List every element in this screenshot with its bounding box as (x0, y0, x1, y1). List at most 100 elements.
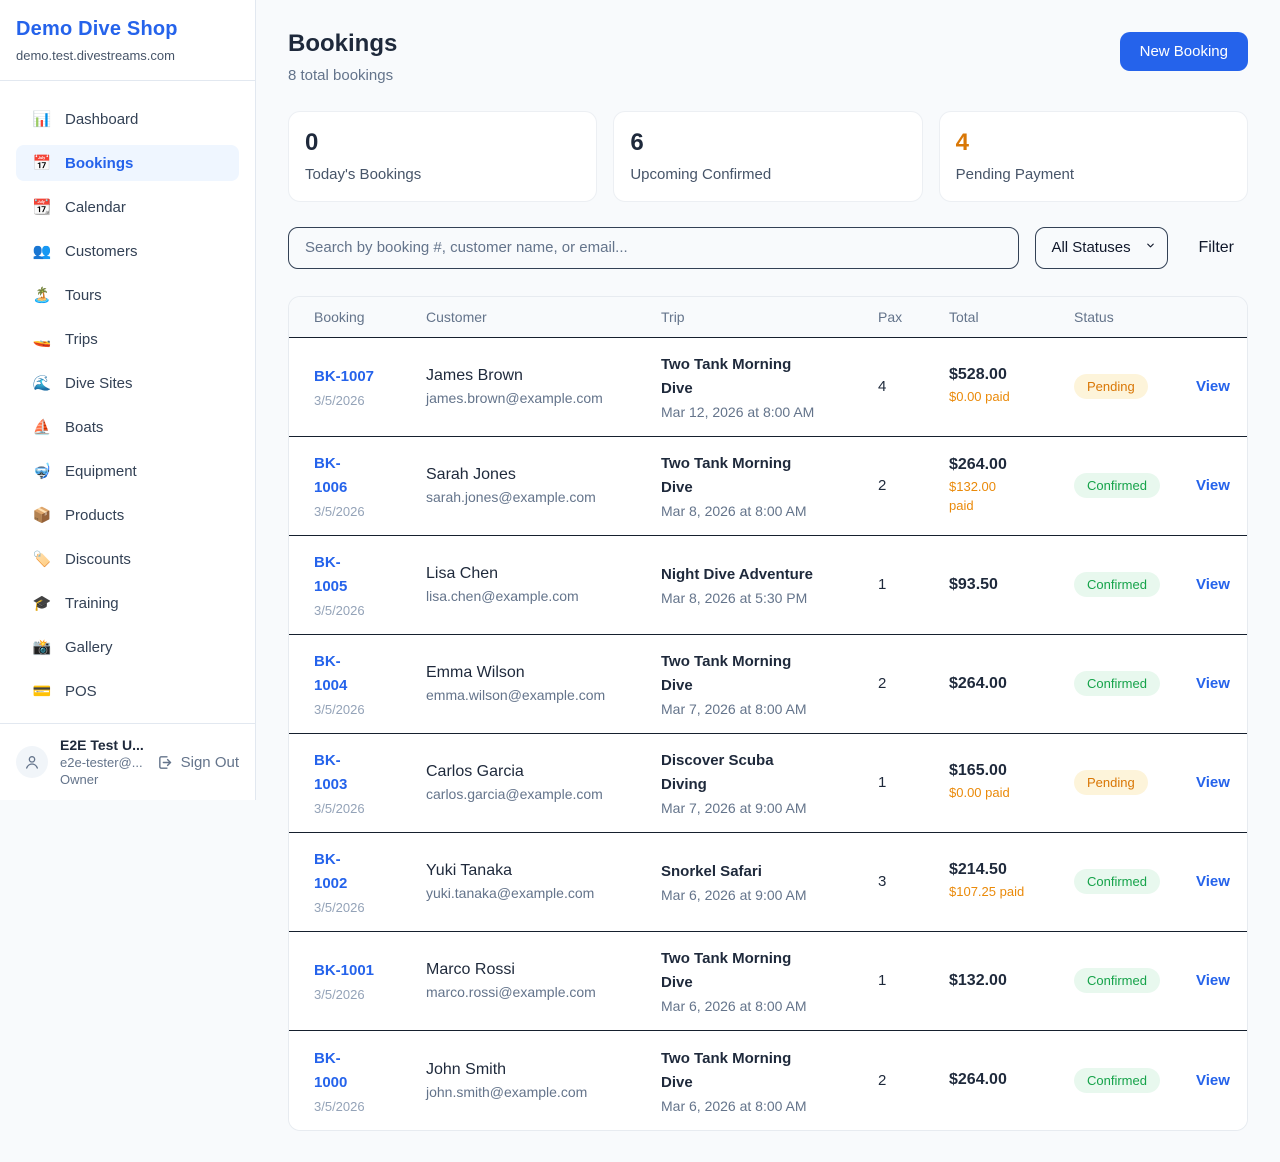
credit-card-icon: 💳 (32, 684, 52, 699)
sidebar-item-dashboard[interactable]: 📊 Dashboard (16, 101, 239, 137)
stat-card: 4 Pending Payment (939, 111, 1248, 202)
status-select[interactable]: All Statuses (1035, 227, 1168, 269)
filter-button[interactable]: Filter (1184, 239, 1248, 257)
camera-flash-icon: 📸 (32, 640, 52, 655)
booking-id-link[interactable]: BK-1007 (314, 365, 426, 389)
bookings-table: Booking Customer Trip Pax Total Status B… (288, 296, 1248, 1131)
total-amount: $264.00 (949, 675, 1074, 693)
table-row: BK- 1004 3/5/2026 Emma Wilson emma.wilso… (289, 635, 1247, 734)
view-link[interactable]: View (1196, 1072, 1230, 1089)
wave-icon: 🌊 (32, 376, 52, 391)
sidebar-item-products[interactable]: 📦 Products (16, 497, 239, 533)
diving-mask-icon: 🤿 (32, 464, 52, 479)
view-link[interactable]: View (1196, 378, 1230, 395)
total-cell: $264.00 $132.00 paid (949, 456, 1074, 516)
trip-time: Mar 8, 2026 at 8:00 AM (661, 503, 878, 519)
sidebar-item-discounts[interactable]: 🏷️ Discounts (16, 541, 239, 577)
view-link[interactable]: View (1196, 576, 1230, 593)
view-link[interactable]: View (1196, 675, 1230, 692)
sign-out-button[interactable]: Sign Out (157, 754, 239, 771)
pax-count: 2 (878, 477, 949, 494)
booking-cell: BK- 1000 3/5/2026 (314, 1047, 426, 1114)
paid-amount: $132.00 paid (949, 478, 1074, 516)
customer-name: Yuki Tanaka (426, 862, 661, 880)
booking-id-link[interactable]: BK- 1006 (314, 452, 426, 500)
page-header-text: Bookings 8 total bookings (288, 30, 397, 84)
package-icon: 📦 (32, 508, 52, 523)
booking-id-link[interactable]: BK- 1000 (314, 1047, 426, 1095)
paid-amount: $107.25 paid (949, 883, 1074, 902)
sidebar-item-equipment[interactable]: 🤿 Equipment (16, 453, 239, 489)
avatar (16, 746, 48, 778)
view-link[interactable]: View (1196, 477, 1230, 494)
bookings-table-body: BK-1007 3/5/2026 James Brown james.brown… (289, 338, 1247, 1130)
user-info: E2E Test U... e2e-tester@... Owner (60, 737, 145, 787)
col-pax: Pax (878, 309, 949, 325)
trip-name: Two Tank Morning Dive (661, 947, 878, 995)
sidebar-item-dive-sites[interactable]: 🌊 Dive Sites (16, 365, 239, 401)
pax-count: 1 (878, 972, 949, 989)
trip-cell: Night Dive Adventure Mar 8, 2026 at 5:30… (661, 563, 878, 606)
view-link[interactable]: View (1196, 873, 1230, 890)
trip-time: Mar 7, 2026 at 9:00 AM (661, 800, 878, 816)
sidebar-item-calendar[interactable]: 📆 Calendar (16, 189, 239, 225)
booking-id-link[interactable]: BK- 1003 (314, 749, 426, 797)
customer-cell: Sarah Jones sarah.jones@example.com (426, 466, 661, 505)
status-badge: Confirmed (1074, 1068, 1160, 1093)
booking-id-link[interactable]: BK- 1002 (314, 848, 426, 896)
total-cell: $214.50 $107.25 paid (949, 861, 1074, 902)
booking-id-link[interactable]: BK- 1004 (314, 650, 426, 698)
bar-chart-icon: 📊 (32, 112, 52, 127)
sidebar-item-training[interactable]: 🎓 Training (16, 585, 239, 621)
page-subtitle: 8 total bookings (288, 67, 397, 84)
pax-count: 1 (878, 576, 949, 593)
trip-time: Mar 8, 2026 at 5:30 PM (661, 590, 878, 606)
total-amount: $93.50 (949, 576, 1074, 594)
trip-time: Mar 6, 2026 at 8:00 AM (661, 1098, 878, 1114)
col-trip: Trip (661, 309, 878, 325)
total-cell: $528.00 $0.00 paid (949, 366, 1074, 407)
page-title: Bookings (288, 30, 397, 58)
sidebar-item-gallery[interactable]: 📸 Gallery (16, 629, 239, 665)
total-cell: $264.00 (949, 1071, 1074, 1089)
sidebar-item-customers[interactable]: 👥 Customers (16, 233, 239, 269)
sidebar-item-pos[interactable]: 💳 POS (16, 673, 239, 709)
trip-time: Mar 12, 2026 at 8:00 AM (661, 404, 878, 420)
customer-email: john.smith@example.com (426, 1084, 661, 1100)
trip-cell: Two Tank Morning Dive Mar 6, 2026 at 8:0… (661, 947, 878, 1014)
customer-name: John Smith (426, 1061, 661, 1079)
trip-name: Two Tank Morning Dive (661, 452, 878, 500)
col-total: Total (949, 309, 1074, 325)
table-row: BK- 1000 3/5/2026 John Smith john.smith@… (289, 1031, 1247, 1130)
booking-id-link[interactable]: BK-1001 (314, 959, 426, 983)
status-badge: Confirmed (1074, 671, 1160, 696)
customer-email: lisa.chen@example.com (426, 588, 661, 604)
total-amount: $165.00 (949, 762, 1074, 780)
search-input[interactable] (288, 227, 1019, 269)
customer-email: carlos.garcia@example.com (426, 786, 661, 802)
booking-date: 3/5/2026 (314, 801, 426, 816)
sidebar-item-tours[interactable]: 🏝️ Tours (16, 277, 239, 313)
stats-cards: 0 Today's Bookings 6 Upcoming Confirmed … (288, 111, 1248, 202)
trip-name: Two Tank Morning Dive (661, 353, 878, 401)
sidebar-item-boats[interactable]: ⛵ Boats (16, 409, 239, 445)
customer-email: emma.wilson@example.com (426, 687, 661, 703)
booking-id-link[interactable]: BK- 1005 (314, 551, 426, 599)
sidebar-item-bookings[interactable]: 📅 Bookings (16, 145, 239, 181)
sidebar-item-trips[interactable]: 🚤 Trips (16, 321, 239, 357)
filter-row: All Statuses Filter (288, 227, 1248, 269)
user-role: Owner (60, 772, 145, 787)
customer-name: Marco Rossi (426, 961, 661, 979)
customer-cell: Marco Rossi marco.rossi@example.com (426, 961, 661, 1000)
brand-block: Demo Dive Shop demo.test.divestreams.com (0, 0, 255, 81)
new-booking-button[interactable]: New Booking (1120, 32, 1248, 71)
trip-cell: Two Tank Morning Dive Mar 8, 2026 at 8:0… (661, 452, 878, 519)
booking-cell: BK- 1003 3/5/2026 (314, 749, 426, 816)
view-link[interactable]: View (1196, 774, 1230, 791)
trip-cell: Discover Scuba Diving Mar 7, 2026 at 9:0… (661, 749, 878, 816)
sidebar-nav: 📊 Dashboard 📅 Bookings 📆 Calendar 👥 Cust… (0, 81, 255, 723)
island-icon: 🏝️ (32, 288, 52, 303)
table-row: BK- 1002 3/5/2026 Yuki Tanaka yuki.tanak… (289, 833, 1247, 932)
status-badge: Confirmed (1074, 869, 1160, 894)
view-link[interactable]: View (1196, 972, 1230, 989)
